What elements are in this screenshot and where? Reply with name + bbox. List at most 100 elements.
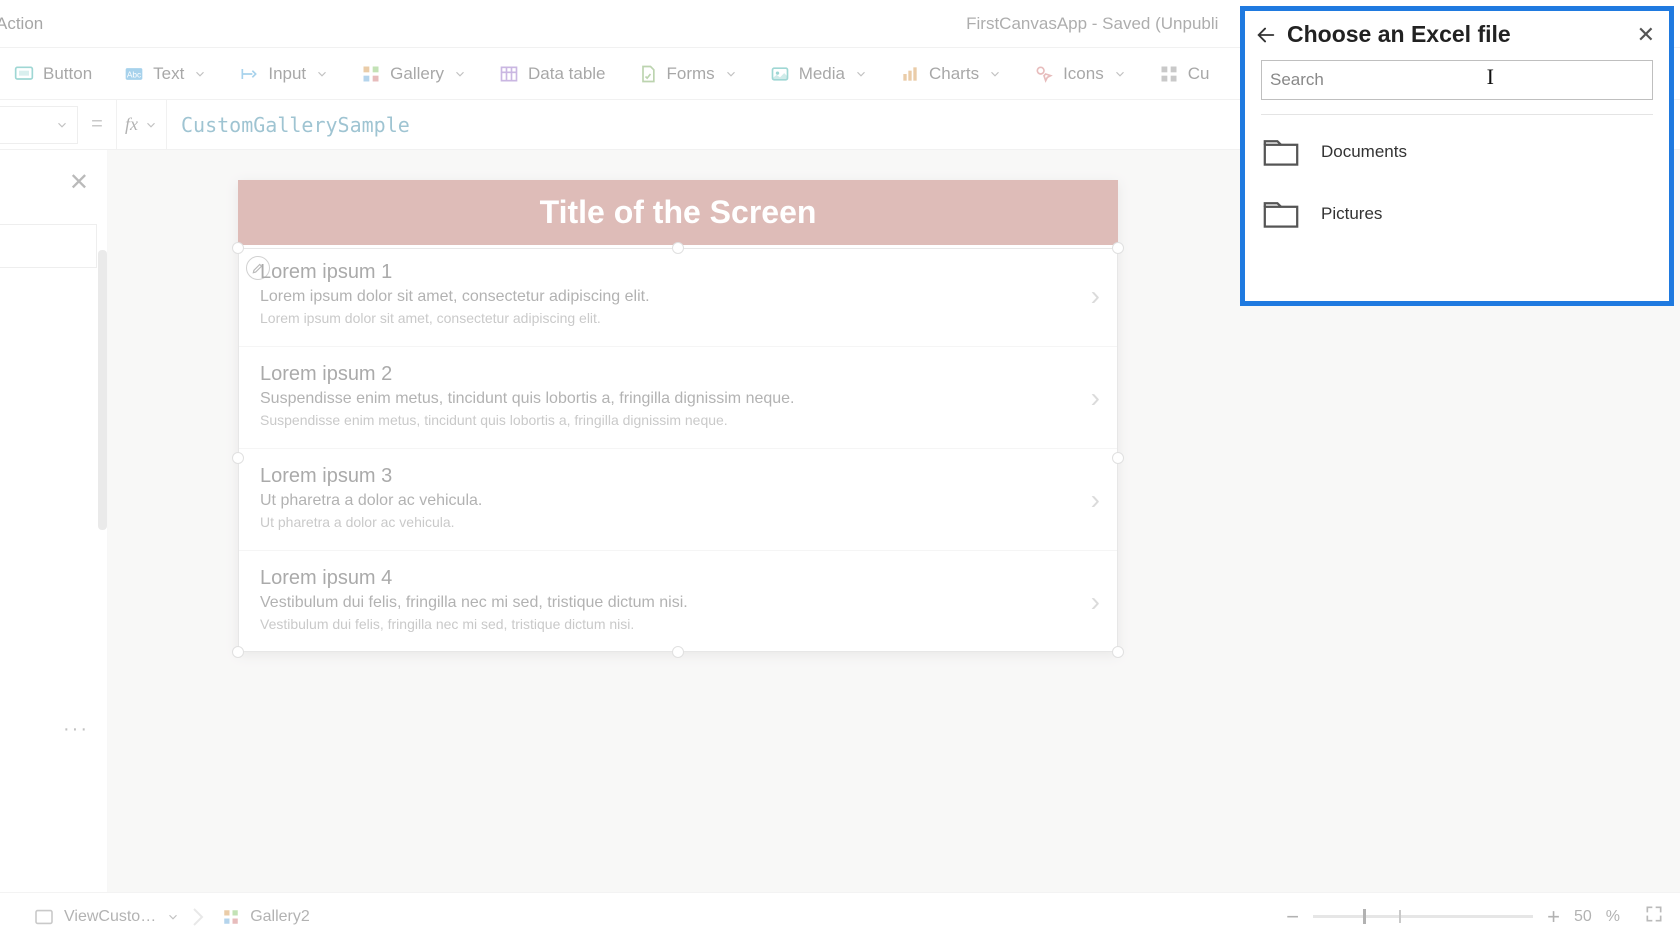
folder-icon (1263, 137, 1299, 167)
chevron-down-icon (315, 67, 329, 81)
breadcrumb-screen-label: ViewCusto… (64, 908, 156, 926)
resize-handle[interactable] (672, 242, 684, 254)
zoom-unit: % (1606, 908, 1620, 926)
text-cursor-icon: I (1487, 64, 1494, 90)
insert-gallery[interactable]: Gallery (361, 64, 467, 84)
resize-handle[interactable] (232, 242, 244, 254)
insert-charts-label: Charts (929, 64, 979, 84)
chevron-right-icon[interactable]: › (1091, 280, 1100, 312)
resize-handle[interactable] (1112, 646, 1124, 658)
chevron-down-icon (55, 118, 69, 132)
gallery-item[interactable]: Lorem ipsum 2 Suspendisse enim metus, ti… (238, 347, 1118, 449)
window-title: FirstCanvasApp - Saved (Unpubli (966, 14, 1218, 34)
insert-forms[interactable]: Forms (638, 64, 738, 84)
zoom-slider[interactable] (1313, 915, 1533, 918)
breadcrumb-screen[interactable]: ViewCusto… (22, 908, 192, 926)
divider (1261, 114, 1653, 115)
folder-label: Documents (1321, 142, 1407, 162)
insert-input[interactable]: Input (239, 64, 329, 84)
menu-action[interactable]: Action (0, 14, 43, 34)
insert-charts[interactable]: Charts (900, 64, 1002, 84)
insert-datatable-label: Data table (528, 64, 606, 84)
picker-title: Choose an Excel file (1287, 21, 1511, 48)
folder-label: Pictures (1321, 204, 1382, 224)
folder-documents[interactable]: Documents (1245, 121, 1669, 183)
insert-button-label: Button (43, 64, 92, 84)
zoom-slider-tick (1399, 910, 1401, 923)
item-subtitle: Suspendisse enim metus, tincidunt quis l… (260, 390, 1096, 408)
item-title: Lorem ipsum 4 (260, 567, 1096, 590)
chevron-down-icon (854, 67, 868, 81)
excel-file-picker-panel: Choose an Excel file ✕ I Documents Pictu… (1240, 6, 1674, 306)
zoom-out-button[interactable]: − (1286, 904, 1299, 930)
insert-media[interactable]: Media (770, 64, 868, 84)
item-subtitle: Ut pharetra a dolor ac vehicula. (260, 492, 1096, 510)
resize-handle[interactable] (672, 646, 684, 658)
back-button[interactable] (1255, 24, 1277, 46)
item-body: Vestibulum dui felis, fringilla nec mi s… (260, 616, 1096, 632)
close-pane-button[interactable]: ✕ (69, 168, 89, 197)
gallery-item[interactable]: Lorem ipsum 4 Vestibulum dui felis, frin… (238, 551, 1118, 652)
search-input[interactable] (1270, 70, 1644, 90)
folder-icon (1263, 199, 1299, 229)
chevron-right-icon[interactable]: › (1091, 484, 1100, 516)
more-options-button[interactable]: ··· (63, 718, 89, 741)
chevron-down-icon (453, 67, 467, 81)
picker-search-field[interactable]: I (1261, 60, 1653, 100)
item-body: Ut pharetra a dolor ac vehicula. (260, 514, 1096, 530)
breadcrumb-separator (192, 893, 210, 940)
breadcrumb-control[interactable]: Gallery2 (210, 908, 322, 926)
insert-text-label: Text (153, 64, 184, 84)
property-dropdown[interactable] (0, 106, 78, 144)
resize-handle[interactable] (1112, 242, 1124, 254)
insert-text[interactable]: Abc Text (124, 64, 207, 84)
formula-bar[interactable]: CustomGallerySample (167, 113, 410, 137)
chevron-down-icon (988, 67, 1002, 81)
item-subtitle: Vestibulum dui felis, fringilla nec mi s… (260, 594, 1096, 612)
insert-icons[interactable]: Icons (1034, 64, 1127, 84)
insert-gallery-label: Gallery (390, 64, 444, 84)
arrow-left-icon (1255, 24, 1277, 46)
insert-media-label: Media (799, 64, 845, 84)
item-title: Lorem ipsum 2 (260, 363, 1096, 386)
folder-pictures[interactable]: Pictures (1245, 183, 1669, 245)
fx-label: fx (125, 114, 138, 135)
chevron-down-icon (1113, 67, 1127, 81)
tree-search-input[interactable] (0, 224, 97, 268)
chevron-down-icon (724, 67, 738, 81)
item-subtitle: Lorem ipsum dolor sit amet, consectetur … (260, 288, 1096, 306)
tree-view-pane: ✕ ··· (0, 150, 108, 892)
chevron-down-icon (144, 118, 158, 132)
chevron-down-icon (193, 67, 207, 81)
insert-data-table[interactable]: Data table (499, 64, 606, 84)
chevron-right-icon[interactable]: › (1091, 586, 1100, 618)
equals-label: = (78, 113, 116, 136)
insert-icons-label: Icons (1063, 64, 1104, 84)
item-body: Lorem ipsum dolor sit amet, consectetur … (260, 310, 1096, 326)
app-canvas[interactable]: Title of the Screen Lorem ipsum 1 Lorem … (238, 180, 1118, 652)
item-title: Lorem ipsum 3 (260, 465, 1096, 488)
chevron-down-icon (166, 910, 180, 924)
fx-button[interactable]: fx (116, 100, 167, 149)
scrollbar-thumb[interactable] (98, 250, 107, 530)
svg-text:Abc: Abc (127, 69, 141, 79)
insert-custom[interactable]: Cu (1159, 64, 1210, 84)
item-body: Suspendisse enim metus, tincidunt quis l… (260, 412, 1096, 428)
gallery-item[interactable]: Lorem ipsum 1 Lorem ipsum dolor sit amet… (238, 245, 1118, 347)
resize-handle[interactable] (232, 646, 244, 658)
breadcrumb-control-label: Gallery2 (250, 908, 310, 926)
resize-handle[interactable] (232, 452, 244, 464)
gallery-item[interactable]: Lorem ipsum 3 Ut pharetra a dolor ac veh… (238, 449, 1118, 551)
fit-to-window-button[interactable] (1644, 904, 1664, 929)
chevron-right-icon[interactable]: › (1091, 382, 1100, 414)
insert-forms-label: Forms (667, 64, 715, 84)
item-title: Lorem ipsum 1 (260, 261, 1096, 284)
zoom-slider-thumb[interactable] (1363, 909, 1366, 924)
resize-handle[interactable] (1112, 452, 1124, 464)
close-button[interactable]: ✕ (1637, 22, 1655, 48)
screen-title-bar[interactable]: Title of the Screen (238, 180, 1118, 245)
zoom-in-button[interactable]: + (1547, 904, 1560, 930)
insert-input-label: Input (268, 64, 306, 84)
insert-custom-label: Cu (1188, 64, 1210, 84)
insert-button[interactable]: Button (14, 64, 92, 84)
